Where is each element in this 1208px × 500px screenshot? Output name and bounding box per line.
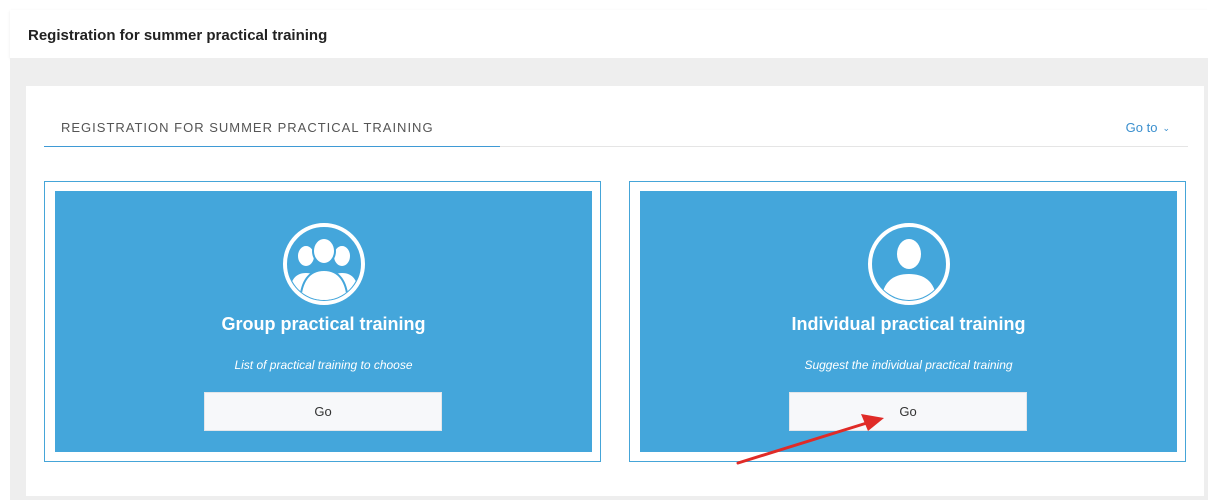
go-to-dropdown[interactable]: Go to ⌄: [1126, 120, 1170, 135]
card-subtitle: Suggest the individual practical trainin…: [804, 358, 1013, 372]
page-title: Registration for summer practical traini…: [28, 27, 328, 44]
individual-training-card: Individual practical training Suggest th…: [640, 191, 1177, 452]
portlet: REGISTRATION FOR SUMMER PRACTICAL TRAINI…: [26, 86, 1204, 496]
portlet-caption: REGISTRATION FOR SUMMER PRACTICAL TRAINI…: [61, 120, 434, 135]
group-training-card-frame: Group practical training List of practic…: [44, 181, 601, 462]
group-training-card: Group practical training List of practic…: [55, 191, 592, 452]
users-group-icon: [282, 222, 366, 306]
card-subtitle: List of practical training to choose: [234, 358, 413, 372]
go-button-individual[interactable]: Go: [789, 392, 1027, 431]
go-to-label: Go to: [1125, 120, 1158, 135]
portlet-caption-tab: REGISTRATION FOR SUMMER PRACTICAL TRAINI…: [44, 86, 500, 147]
portlet-title-bar: REGISTRATION FOR SUMMER PRACTICAL TRAINI…: [44, 86, 1188, 147]
chevron-down-icon: ⌄: [1162, 123, 1170, 133]
page-header: Registration for summer practical traini…: [10, 10, 1208, 58]
individual-training-card-frame: Individual practical training Suggest th…: [629, 181, 1186, 462]
user-icon: [867, 222, 951, 306]
go-button-group[interactable]: Go: [204, 392, 442, 431]
card-title: Group practical training: [221, 314, 426, 334]
card-title: Individual practical training: [791, 314, 1026, 334]
